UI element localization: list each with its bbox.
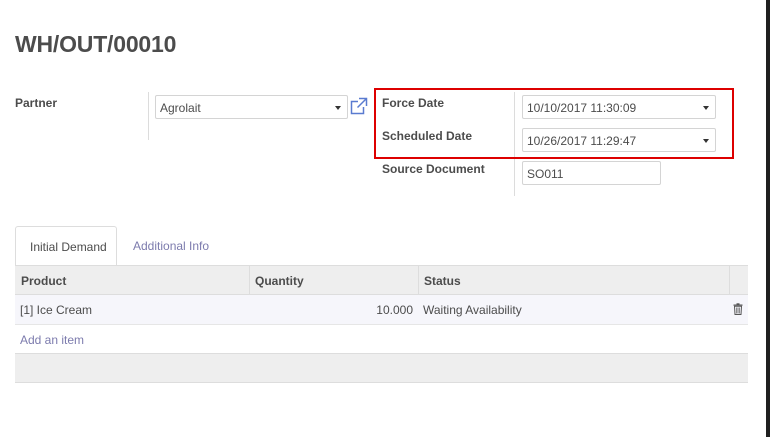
cell-quantity: 10.000 xyxy=(376,303,413,317)
add-item-link[interactable]: Add an item xyxy=(20,333,84,347)
highlight-box xyxy=(374,88,734,159)
field-divider xyxy=(148,92,149,140)
tab-additional-info[interactable]: Additional Info xyxy=(133,239,209,253)
table-row[interactable]: [1] Ice Cream 10.000 Waiting Availabilit… xyxy=(15,295,748,325)
trash-icon[interactable] xyxy=(733,303,743,315)
window-edge xyxy=(766,0,770,437)
external-link-icon[interactable] xyxy=(350,97,368,115)
column-header-product[interactable]: Product xyxy=(21,274,66,288)
column-divider xyxy=(249,266,250,294)
page-title: WH/OUT/00010 xyxy=(15,31,177,57)
move-lines-table: Product Quantity Status [1] Ice Cream 10… xyxy=(15,265,748,383)
column-header-status[interactable]: Status xyxy=(424,274,461,288)
table-footer xyxy=(15,353,748,383)
column-divider xyxy=(418,266,419,294)
source-document-input[interactable]: SO011 xyxy=(522,161,661,185)
column-divider xyxy=(729,266,730,294)
notebook-tabs: Initial Demand Additional Info xyxy=(15,226,748,266)
partner-label: Partner xyxy=(15,96,58,110)
tab-initial-demand[interactable]: Initial Demand xyxy=(15,226,117,266)
chevron-down-icon xyxy=(335,106,341,110)
table-header: Product Quantity Status xyxy=(15,265,748,295)
source-document-value: SO011 xyxy=(527,167,564,181)
partner-select[interactable]: Agrolait xyxy=(155,95,348,119)
cell-product: [1] Ice Cream xyxy=(20,303,93,317)
partner-value: Agrolait xyxy=(160,101,201,115)
source-document-label: Source Document xyxy=(382,162,485,176)
add-item-row: Add an item xyxy=(15,325,748,353)
tab-label: Initial Demand xyxy=(30,240,107,254)
column-header-quantity[interactable]: Quantity xyxy=(255,274,304,288)
cell-status: Waiting Availability xyxy=(423,303,522,317)
